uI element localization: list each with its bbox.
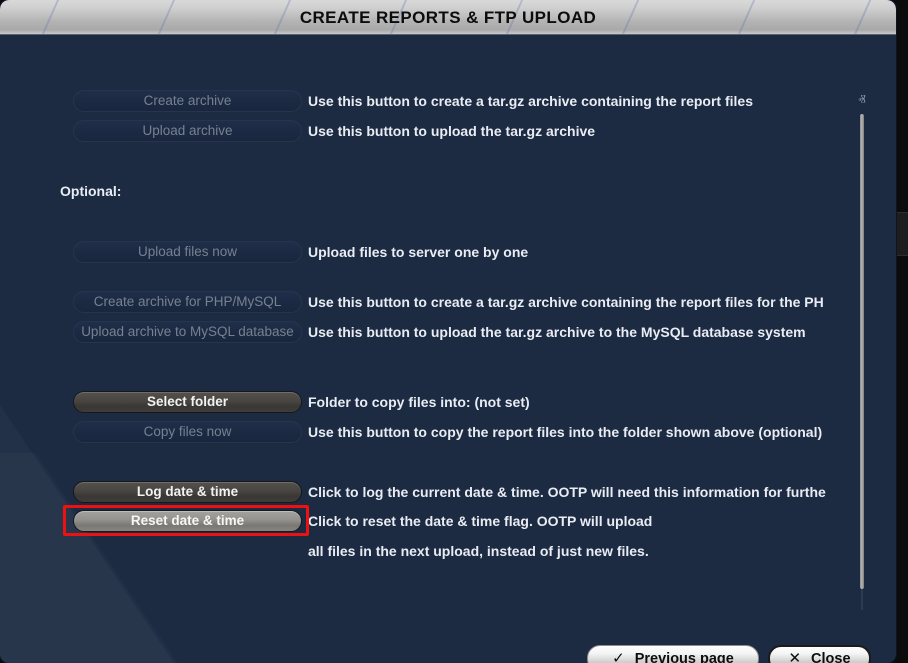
upload-files-now-description: Upload files to server one by one	[308, 241, 856, 263]
copy-files-now-button[interactable]: Copy files now	[73, 421, 302, 443]
previous-page-button[interactable]: ✓ Previous page	[587, 645, 759, 663]
row-upload-archive: Upload archive Use this button to upload…	[0, 120, 896, 150]
previous-page-label: Previous page	[635, 651, 734, 663]
row-log-date-time: Log date & time Click to log the current…	[0, 481, 896, 511]
reset-date-time-description-line2: all files in the next upload, instead of…	[308, 540, 856, 562]
row-create-archive: Create archive Use this button to create…	[0, 90, 896, 120]
reset-date-time-description: Click to reset the date & time flag. OOT…	[308, 510, 856, 532]
close-button[interactable]: ✕ Close	[768, 645, 871, 663]
log-date-time-description: Click to log the current date & time. OO…	[308, 481, 856, 503]
row-reset-date-time: Reset date & time Click to reset the dat…	[0, 510, 896, 540]
checkmark-icon: ✓	[612, 651, 625, 663]
dialog-titlebar: CREATE REPORTS & FTP UPLOAD	[0, 0, 896, 35]
close-label: Close	[811, 651, 851, 663]
row-copy-files-now: Copy files now Use this button to copy t…	[0, 421, 896, 451]
reset-date-time-button[interactable]: Reset date & time	[73, 510, 302, 532]
create-reports-ftp-upload-dialog: CREATE REPORTS & FTP UPLOAD Create archi…	[0, 0, 896, 663]
create-archive-description: Use this button to create a tar.gz archi…	[308, 90, 856, 112]
scrollbar-thumb[interactable]	[860, 114, 864, 589]
scroll-up-arrow-icon[interactable]: ⱏ	[852, 92, 872, 108]
scroll-down-arrow-icon[interactable]: ⱟ	[852, 616, 872, 632]
vertical-scrollbar[interactable]: ⱏ ⱟ	[852, 92, 872, 632]
create-archive-php-mysql-button[interactable]: Create archive for PHP/MySQL	[73, 291, 302, 313]
close-x-icon: ✕	[788, 651, 801, 663]
upload-files-now-button[interactable]: Upload files now	[73, 241, 302, 263]
select-folder-button[interactable]: Select folder	[73, 391, 302, 413]
row-select-folder: Select folder Folder to copy files into:…	[0, 391, 896, 421]
upload-archive-mysql-button[interactable]: Upload archive to MySQL database	[73, 321, 302, 343]
upload-archive-button[interactable]: Upload archive	[73, 120, 302, 142]
log-date-time-button[interactable]: Log date & time	[73, 481, 302, 503]
optional-section-label: Optional:	[60, 183, 121, 199]
dialog-content: Create archive Use this button to create…	[0, 36, 896, 663]
row-reset-date-time-continuation: all files in the next upload, instead of…	[0, 540, 896, 570]
upload-archive-mysql-description: Use this button to upload the tar.gz arc…	[308, 321, 856, 343]
row-upload-files-now: Upload files now Upload files to server …	[0, 241, 896, 271]
dialog-footer: ✓ Previous page ✕ Close	[0, 636, 896, 663]
upload-archive-description: Use this button to upload the tar.gz arc…	[308, 120, 856, 142]
row-upload-archive-mysql: Upload archive to MySQL database Use thi…	[0, 321, 896, 351]
row-create-archive-php-mysql: Create archive for PHP/MySQL Use this bu…	[0, 291, 896, 321]
create-archive-php-mysql-description: Use this button to create a tar.gz archi…	[308, 291, 856, 313]
create-archive-button[interactable]: Create archive	[73, 90, 302, 112]
copy-files-now-description: Use this button to copy the report files…	[308, 421, 856, 443]
dialog-title: CREATE REPORTS & FTP UPLOAD	[0, 0, 896, 35]
select-folder-description: Folder to copy files into: (not set)	[308, 391, 856, 413]
